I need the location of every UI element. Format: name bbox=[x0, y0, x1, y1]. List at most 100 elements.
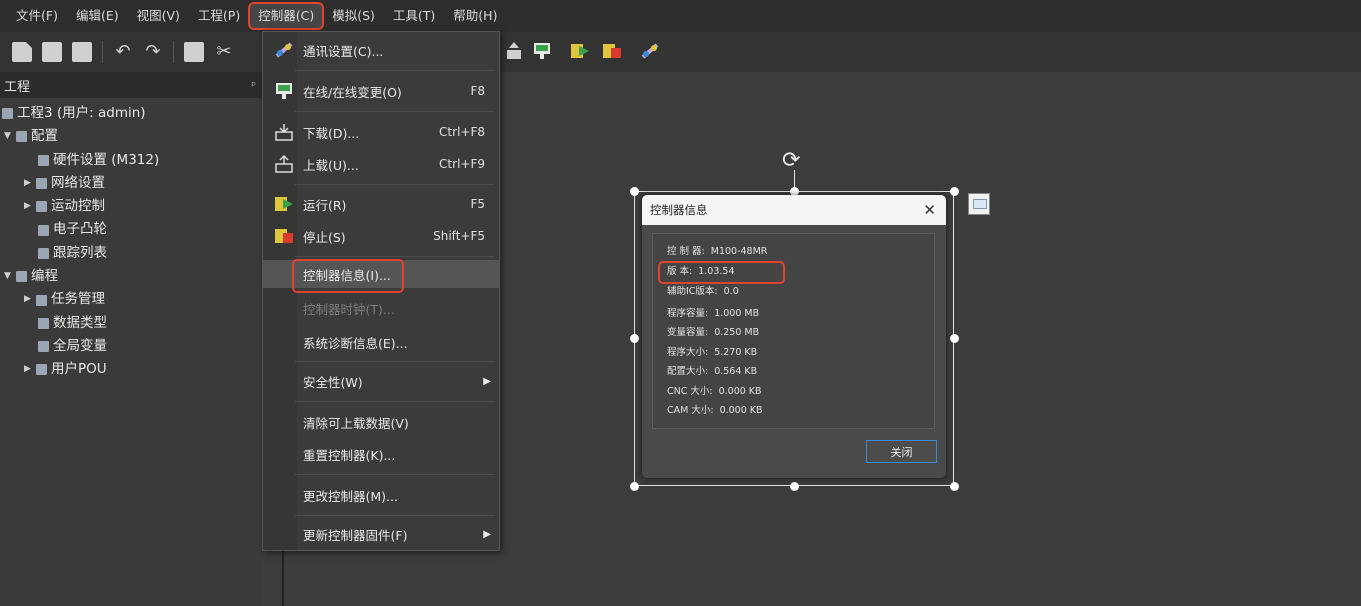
dialog-title-bar: 控制器信息 ✕ bbox=[642, 195, 946, 225]
chevron-right-icon[interactable]: ▶ bbox=[24, 288, 36, 311]
stop-toolbar-icon[interactable] bbox=[602, 40, 622, 62]
info-row-aux-ic-version: 辅助IC版本: 0.0 bbox=[667, 286, 739, 297]
menu-tools[interactable]: 工具(T) bbox=[385, 4, 443, 28]
tree-item-hardware[interactable]: 硬件设置 (M312) bbox=[0, 149, 262, 172]
undo-icon[interactable]: ↶ bbox=[113, 42, 133, 62]
menu-separator bbox=[295, 401, 495, 402]
tree-item-config[interactable]: ▼ 配置 bbox=[0, 125, 262, 148]
menu-item-reset-controller[interactable]: 重置控制器(K)... bbox=[263, 440, 499, 468]
tree-item-project[interactable]: 工程3 (用户: admin) bbox=[0, 102, 262, 125]
project-panel-header: 工程 ᵖ bbox=[0, 72, 262, 98]
copy-icon[interactable] bbox=[184, 42, 204, 62]
info-row-cam-size: CAM 大小: 0.000 KB bbox=[667, 405, 763, 416]
tree-item-cam[interactable]: 电子凸轮 bbox=[0, 218, 262, 241]
trace-icon bbox=[38, 247, 49, 259]
close-button[interactable]: 关闭 bbox=[866, 440, 937, 463]
resize-handle[interactable] bbox=[790, 482, 799, 491]
menu-project[interactable]: 工程(P) bbox=[190, 4, 248, 28]
menu-item-change-controller[interactable]: 更改控制器(M)... bbox=[263, 481, 499, 509]
menu-item-stop[interactable]: 停止(S) Shift+F5 bbox=[263, 222, 499, 250]
info-row-program-size: 程序大小: 5.270 KB bbox=[667, 347, 758, 358]
menu-separator bbox=[295, 361, 495, 362]
controller-info-dialog: 控制器信息 ✕ 控 制 器: M100-48MR 版 本: 1.03.54 辅助IC… bbox=[642, 195, 946, 478]
tree-item-datatypes[interactable]: 数据类型 bbox=[0, 312, 262, 335]
project-panel-title: 工程 bbox=[4, 79, 31, 95]
menu-item-download[interactable]: 下载(D)... Ctrl+F8 bbox=[263, 118, 499, 146]
config-icon bbox=[16, 131, 27, 143]
run-toolbar-icon[interactable] bbox=[570, 40, 590, 62]
comm-settings-toolbar-icon[interactable] bbox=[640, 40, 660, 62]
close-icon[interactable]: ✕ bbox=[923, 201, 936, 219]
resize-handle[interactable] bbox=[630, 187, 639, 196]
motion-icon bbox=[36, 201, 47, 213]
menu-icon-gutter bbox=[263, 32, 297, 550]
info-row-cnc-size: CNC 大小: 0.000 KB bbox=[667, 386, 762, 397]
chevron-right-icon[interactable]: ▶ bbox=[24, 358, 36, 381]
menu-item-comm-settings[interactable]: 通讯设置(C)... bbox=[263, 36, 499, 64]
pin-icon[interactable]: ᵖ bbox=[251, 79, 256, 92]
project-icon bbox=[2, 108, 13, 120]
resize-handle[interactable] bbox=[950, 187, 959, 196]
resize-handle[interactable] bbox=[630, 334, 639, 343]
new-file-icon[interactable] bbox=[12, 42, 32, 62]
menu-item-diagnostics[interactable]: 系统诊断信息(E)... bbox=[263, 328, 499, 356]
redo-icon[interactable]: ↷ bbox=[143, 42, 163, 62]
chevron-down-icon[interactable]: ▼ bbox=[4, 125, 16, 148]
online-icon bbox=[276, 83, 292, 99]
tree-item-tasks[interactable]: ▶ 任务管理 bbox=[0, 288, 262, 311]
download-icon bbox=[275, 124, 293, 141]
globalvar-icon bbox=[38, 341, 49, 353]
network-icon bbox=[36, 178, 47, 190]
upload-icon bbox=[275, 155, 293, 173]
menu-separator bbox=[295, 111, 495, 112]
tree-item-motion[interactable]: ▶ 运动控制 bbox=[0, 195, 262, 218]
online-toolbar-icon[interactable] bbox=[532, 40, 552, 62]
tree-item-globalvars[interactable]: 全局变量 bbox=[0, 335, 262, 358]
menu-controller[interactable]: 控制器(C) bbox=[248, 2, 325, 30]
open-folder-icon[interactable] bbox=[42, 42, 62, 62]
menu-help[interactable]: 帮助(H) bbox=[445, 4, 505, 28]
layout-options-icon[interactable] bbox=[968, 193, 990, 215]
menu-item-security[interactable]: 安全性(W) ▶ bbox=[263, 367, 499, 395]
pou-icon bbox=[36, 364, 47, 376]
annotation-box-version bbox=[658, 261, 785, 284]
menu-item-update-firmware[interactable]: 更新控制器固件(F) ▶ bbox=[263, 520, 499, 548]
resize-handle[interactable] bbox=[950, 482, 959, 491]
save-icon[interactable] bbox=[72, 42, 92, 62]
tree-item-network[interactable]: ▶ 网络设置 bbox=[0, 172, 262, 195]
tree-item-userpou[interactable]: ▶ 用户POU bbox=[0, 358, 262, 381]
datatype-icon bbox=[38, 317, 49, 329]
menu-separator bbox=[295, 256, 495, 257]
project-panel: 工程 ᵖ 工程3 (用户: admin) ▼ 配置 硬件设置 (M312) ▶ 网络… bbox=[0, 72, 262, 606]
chevron-right-icon[interactable]: ▶ bbox=[24, 172, 36, 195]
chevron-down-icon[interactable]: ▼ bbox=[4, 265, 16, 288]
resize-handle[interactable] bbox=[630, 482, 639, 491]
menu-item-run[interactable]: 运行(R) F5 bbox=[263, 190, 499, 218]
chevron-right-icon[interactable]: ▶ bbox=[24, 195, 36, 218]
menu-edit[interactable]: 编辑(E) bbox=[68, 4, 127, 28]
cut-icon[interactable]: ✂ bbox=[214, 42, 234, 62]
menu-item-clear-upload-data[interactable]: 清除可上载数据(V) bbox=[263, 408, 499, 436]
menu-file[interactable]: 文件(F) bbox=[8, 4, 66, 28]
menu-view[interactable]: 视图(V) bbox=[129, 4, 188, 28]
menu-item-online[interactable]: 在线/在线变更(O) F8 bbox=[263, 77, 499, 105]
toolbar: ↶ ↷ ✂ bbox=[0, 32, 1361, 72]
resize-handle[interactable] bbox=[950, 334, 959, 343]
tree-item-trace[interactable]: 跟踪列表 bbox=[0, 242, 262, 265]
tasks-icon bbox=[36, 294, 47, 306]
rotate-icon[interactable]: ⟳ bbox=[782, 148, 800, 173]
stop-icon bbox=[275, 229, 293, 243]
upload-toolbar-icon[interactable] bbox=[504, 40, 524, 62]
run-icon bbox=[275, 197, 293, 211]
menu-simulate[interactable]: 模拟(S) bbox=[324, 4, 383, 28]
toolbar-separator bbox=[173, 41, 174, 63]
submenu-arrow-icon: ▶ bbox=[483, 528, 491, 540]
comm-settings-icon bbox=[275, 42, 293, 58]
annotation-box-controller-info bbox=[292, 259, 404, 293]
tree-item-programming[interactable]: ▼ 编程 bbox=[0, 265, 262, 288]
menu-item-upload[interactable]: 上载(U)... Ctrl+F9 bbox=[263, 150, 499, 178]
menu-bar: 文件(F) 编辑(E) 视图(V) 工程(P) 控制器(C) 模拟(S) 工具(… bbox=[0, 0, 1361, 32]
menu-separator bbox=[295, 474, 495, 475]
menu-item-controller-clock: 控制器时钟(T)... bbox=[303, 301, 395, 317]
programming-icon bbox=[16, 271, 27, 283]
